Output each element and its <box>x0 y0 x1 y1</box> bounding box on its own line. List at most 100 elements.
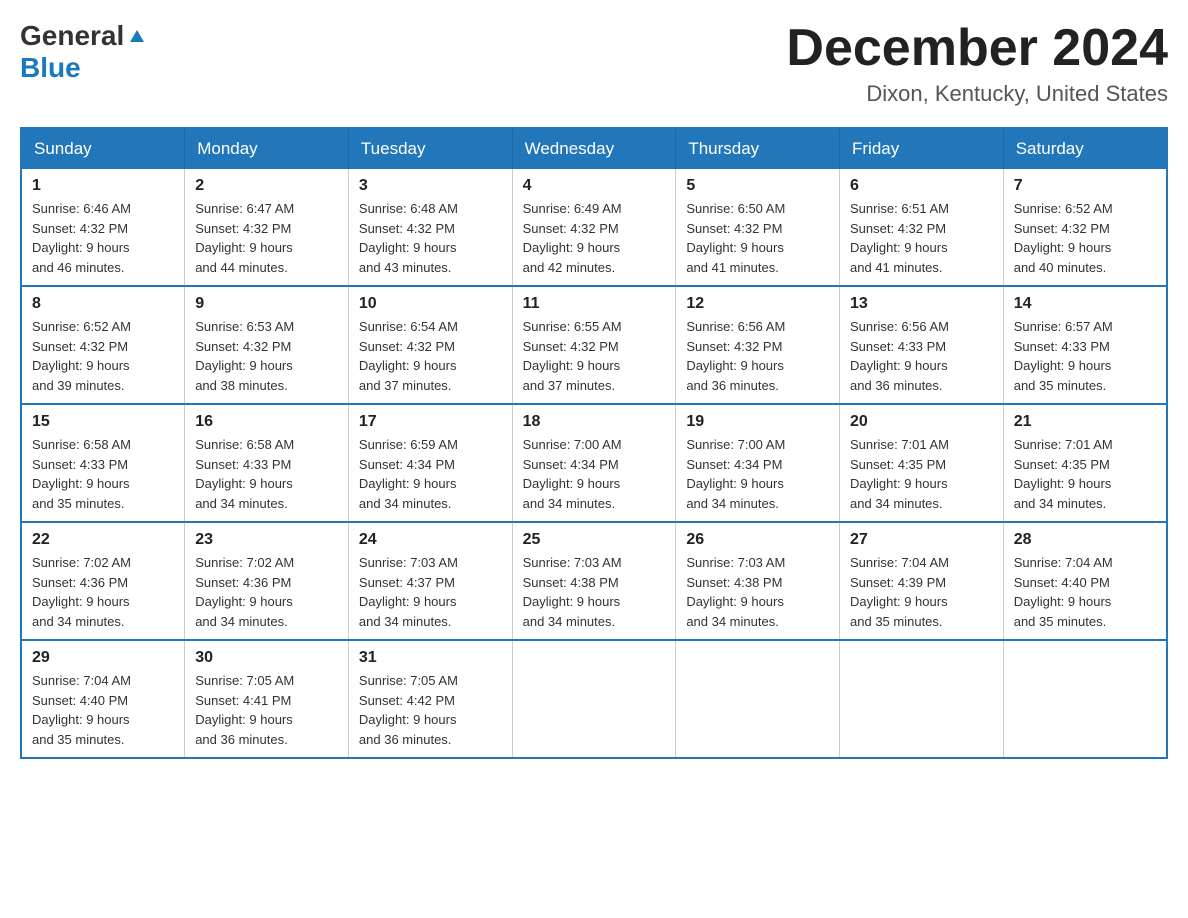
day-number: 2 <box>195 177 338 195</box>
calendar-cell: 25 Sunrise: 7:03 AM Sunset: 4:38 PM Dayl… <box>512 522 676 640</box>
day-number: 4 <box>523 177 666 195</box>
day-info: Sunrise: 7:04 AM Sunset: 4:40 PM Dayligh… <box>32 671 174 749</box>
weekday-header-sunday: Sunday <box>21 128 185 169</box>
day-info: Sunrise: 6:57 AM Sunset: 4:33 PM Dayligh… <box>1014 317 1156 395</box>
month-year-title: December 2024 <box>786 20 1168 77</box>
day-info: Sunrise: 6:48 AM Sunset: 4:32 PM Dayligh… <box>359 199 502 277</box>
day-number: 16 <box>195 413 338 431</box>
day-info: Sunrise: 7:00 AM Sunset: 4:34 PM Dayligh… <box>686 435 829 513</box>
calendar-cell: 11 Sunrise: 6:55 AM Sunset: 4:32 PM Dayl… <box>512 286 676 404</box>
day-info: Sunrise: 7:05 AM Sunset: 4:41 PM Dayligh… <box>195 671 338 749</box>
calendar-cell: 1 Sunrise: 6:46 AM Sunset: 4:32 PM Dayli… <box>21 169 185 286</box>
calendar-cell: 26 Sunrise: 7:03 AM Sunset: 4:38 PM Dayl… <box>676 522 840 640</box>
page-header: General Blue December 2024 Dixon, Kentuc… <box>20 20 1168 107</box>
day-number: 23 <box>195 531 338 549</box>
calendar-cell: 16 Sunrise: 6:58 AM Sunset: 4:33 PM Dayl… <box>185 404 349 522</box>
day-info: Sunrise: 6:58 AM Sunset: 4:33 PM Dayligh… <box>195 435 338 513</box>
weekday-header-friday: Friday <box>840 128 1004 169</box>
day-info: Sunrise: 7:05 AM Sunset: 4:42 PM Dayligh… <box>359 671 502 749</box>
day-number: 14 <box>1014 295 1156 313</box>
day-info: Sunrise: 6:52 AM Sunset: 4:32 PM Dayligh… <box>1014 199 1156 277</box>
day-info: Sunrise: 6:46 AM Sunset: 4:32 PM Dayligh… <box>32 199 174 277</box>
calendar-cell: 31 Sunrise: 7:05 AM Sunset: 4:42 PM Dayl… <box>348 640 512 758</box>
logo-general-text: General <box>20 20 124 52</box>
day-info: Sunrise: 6:56 AM Sunset: 4:33 PM Dayligh… <box>850 317 993 395</box>
day-number: 11 <box>523 295 666 313</box>
calendar-cell <box>840 640 1004 758</box>
day-info: Sunrise: 6:47 AM Sunset: 4:32 PM Dayligh… <box>195 199 338 277</box>
day-number: 12 <box>686 295 829 313</box>
day-info: Sunrise: 7:01 AM Sunset: 4:35 PM Dayligh… <box>1014 435 1156 513</box>
calendar-cell: 18 Sunrise: 7:00 AM Sunset: 4:34 PM Dayl… <box>512 404 676 522</box>
weekday-header-wednesday: Wednesday <box>512 128 676 169</box>
day-info: Sunrise: 7:00 AM Sunset: 4:34 PM Dayligh… <box>523 435 666 513</box>
day-number: 19 <box>686 413 829 431</box>
logo-triangle-icon <box>128 26 146 49</box>
day-number: 31 <box>359 649 502 667</box>
day-info: Sunrise: 7:02 AM Sunset: 4:36 PM Dayligh… <box>195 553 338 631</box>
calendar-cell: 20 Sunrise: 7:01 AM Sunset: 4:35 PM Dayl… <box>840 404 1004 522</box>
day-number: 8 <box>32 295 174 313</box>
day-info: Sunrise: 6:50 AM Sunset: 4:32 PM Dayligh… <box>686 199 829 277</box>
day-info: Sunrise: 6:53 AM Sunset: 4:32 PM Dayligh… <box>195 317 338 395</box>
calendar-cell: 4 Sunrise: 6:49 AM Sunset: 4:32 PM Dayli… <box>512 169 676 286</box>
day-info: Sunrise: 6:55 AM Sunset: 4:32 PM Dayligh… <box>523 317 666 395</box>
day-number: 27 <box>850 531 993 549</box>
calendar-cell: 28 Sunrise: 7:04 AM Sunset: 4:40 PM Dayl… <box>1003 522 1167 640</box>
day-number: 13 <box>850 295 993 313</box>
week-row-2: 8 Sunrise: 6:52 AM Sunset: 4:32 PM Dayli… <box>21 286 1167 404</box>
day-number: 25 <box>523 531 666 549</box>
day-info: Sunrise: 7:01 AM Sunset: 4:35 PM Dayligh… <box>850 435 993 513</box>
week-row-5: 29 Sunrise: 7:04 AM Sunset: 4:40 PM Dayl… <box>21 640 1167 758</box>
calendar-cell: 8 Sunrise: 6:52 AM Sunset: 4:32 PM Dayli… <box>21 286 185 404</box>
day-info: Sunrise: 7:03 AM Sunset: 4:37 PM Dayligh… <box>359 553 502 631</box>
calendar-cell: 13 Sunrise: 6:56 AM Sunset: 4:33 PM Dayl… <box>840 286 1004 404</box>
day-number: 20 <box>850 413 993 431</box>
day-number: 15 <box>32 413 174 431</box>
calendar-cell: 24 Sunrise: 7:03 AM Sunset: 4:37 PM Dayl… <box>348 522 512 640</box>
calendar-cell: 17 Sunrise: 6:59 AM Sunset: 4:34 PM Dayl… <box>348 404 512 522</box>
day-number: 28 <box>1014 531 1156 549</box>
calendar-cell: 27 Sunrise: 7:04 AM Sunset: 4:39 PM Dayl… <box>840 522 1004 640</box>
day-info: Sunrise: 7:03 AM Sunset: 4:38 PM Dayligh… <box>686 553 829 631</box>
logo-blue-text: Blue <box>20 52 81 83</box>
calendar-cell <box>676 640 840 758</box>
day-info: Sunrise: 6:59 AM Sunset: 4:34 PM Dayligh… <box>359 435 502 513</box>
day-info: Sunrise: 6:49 AM Sunset: 4:32 PM Dayligh… <box>523 199 666 277</box>
day-number: 17 <box>359 413 502 431</box>
calendar-cell: 15 Sunrise: 6:58 AM Sunset: 4:33 PM Dayl… <box>21 404 185 522</box>
day-info: Sunrise: 7:04 AM Sunset: 4:40 PM Dayligh… <box>1014 553 1156 631</box>
day-info: Sunrise: 6:52 AM Sunset: 4:32 PM Dayligh… <box>32 317 174 395</box>
logo: General Blue <box>20 20 146 84</box>
day-info: Sunrise: 7:02 AM Sunset: 4:36 PM Dayligh… <box>32 553 174 631</box>
day-number: 3 <box>359 177 502 195</box>
day-number: 18 <box>523 413 666 431</box>
day-info: Sunrise: 7:04 AM Sunset: 4:39 PM Dayligh… <box>850 553 993 631</box>
day-number: 26 <box>686 531 829 549</box>
day-number: 5 <box>686 177 829 195</box>
calendar-table: SundayMondayTuesdayWednesdayThursdayFrid… <box>20 127 1168 759</box>
calendar-cell: 22 Sunrise: 7:02 AM Sunset: 4:36 PM Dayl… <box>21 522 185 640</box>
day-info: Sunrise: 7:03 AM Sunset: 4:38 PM Dayligh… <box>523 553 666 631</box>
calendar-cell: 29 Sunrise: 7:04 AM Sunset: 4:40 PM Dayl… <box>21 640 185 758</box>
day-number: 7 <box>1014 177 1156 195</box>
weekday-header-thursday: Thursday <box>676 128 840 169</box>
calendar-cell: 7 Sunrise: 6:52 AM Sunset: 4:32 PM Dayli… <box>1003 169 1167 286</box>
weekday-header-tuesday: Tuesday <box>348 128 512 169</box>
calendar-cell: 14 Sunrise: 6:57 AM Sunset: 4:33 PM Dayl… <box>1003 286 1167 404</box>
day-number: 30 <box>195 649 338 667</box>
day-number: 10 <box>359 295 502 313</box>
calendar-cell <box>1003 640 1167 758</box>
day-number: 1 <box>32 177 174 195</box>
title-section: December 2024 Dixon, Kentucky, United St… <box>786 20 1168 107</box>
weekday-header-saturday: Saturday <box>1003 128 1167 169</box>
day-info: Sunrise: 6:54 AM Sunset: 4:32 PM Dayligh… <box>359 317 502 395</box>
calendar-cell: 3 Sunrise: 6:48 AM Sunset: 4:32 PM Dayli… <box>348 169 512 286</box>
calendar-cell: 12 Sunrise: 6:56 AM Sunset: 4:32 PM Dayl… <box>676 286 840 404</box>
day-info: Sunrise: 6:58 AM Sunset: 4:33 PM Dayligh… <box>32 435 174 513</box>
week-row-1: 1 Sunrise: 6:46 AM Sunset: 4:32 PM Dayli… <box>21 169 1167 286</box>
calendar-cell: 9 Sunrise: 6:53 AM Sunset: 4:32 PM Dayli… <box>185 286 349 404</box>
calendar-cell: 19 Sunrise: 7:00 AM Sunset: 4:34 PM Dayl… <box>676 404 840 522</box>
calendar-cell <box>512 640 676 758</box>
weekday-header-monday: Monday <box>185 128 349 169</box>
